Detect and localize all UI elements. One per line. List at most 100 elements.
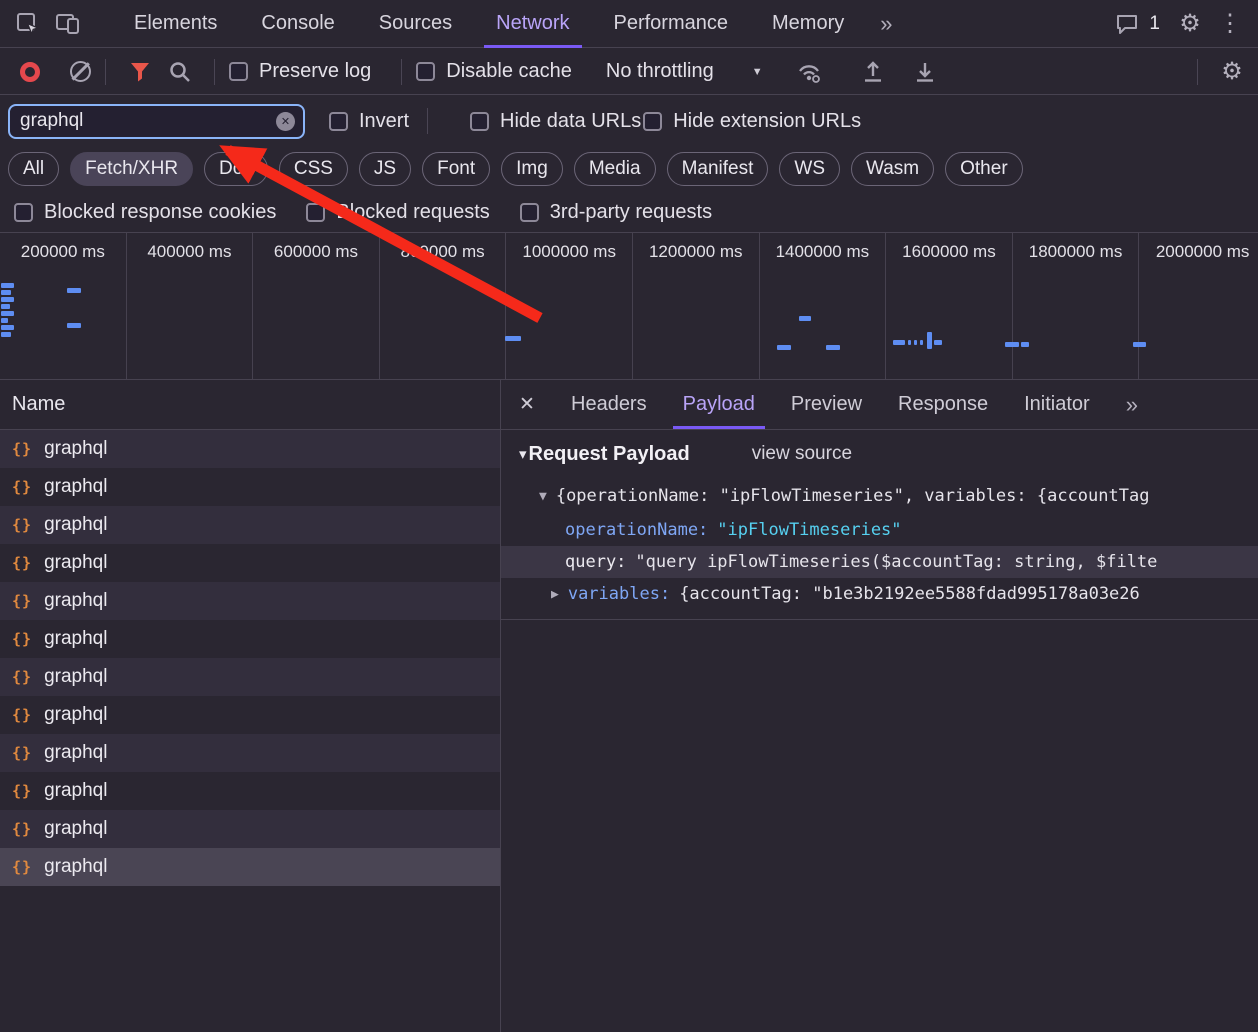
request-row[interactable]: {}graphql bbox=[0, 810, 500, 848]
tab-elements[interactable]: Elements bbox=[112, 0, 239, 48]
request-row[interactable]: {}graphql bbox=[0, 544, 500, 582]
throttling-select[interactable]: No throttling ▼ bbox=[606, 60, 763, 83]
hide-extension-urls-checkbox[interactable] bbox=[643, 112, 662, 131]
pill-other[interactable]: Other bbox=[945, 152, 1023, 186]
hide-data-urls-checkbox[interactable] bbox=[470, 112, 489, 131]
collapse-node-icon[interactable]: ▼ bbox=[539, 489, 547, 504]
record-network-log-button[interactable] bbox=[20, 62, 40, 82]
inspect-element-icon[interactable] bbox=[8, 4, 48, 44]
blocked-requests-checkbox[interactable] bbox=[306, 203, 325, 222]
json-resource-icon: {} bbox=[12, 706, 32, 724]
blocked-response-cookies-checkbox[interactable] bbox=[14, 203, 33, 222]
network-filter-field[interactable]: ✕ bbox=[8, 104, 305, 139]
json-resource-icon: {} bbox=[12, 668, 32, 686]
issues-icon[interactable] bbox=[1107, 4, 1147, 44]
more-options-icon[interactable]: ⋮ bbox=[1210, 4, 1250, 44]
request-name: graphql bbox=[44, 514, 107, 536]
preserve-log-group: Preserve log bbox=[229, 60, 371, 83]
divider bbox=[105, 59, 106, 85]
request-name: graphql bbox=[44, 818, 107, 840]
request-row[interactable]: {}graphql bbox=[0, 772, 500, 810]
import-har-icon[interactable] bbox=[853, 52, 893, 92]
pill-all[interactable]: All bbox=[8, 152, 59, 186]
json-resource-icon: {} bbox=[12, 478, 32, 496]
network-conditions-icon[interactable] bbox=[789, 52, 829, 92]
request-row[interactable]: {}graphql bbox=[0, 430, 500, 468]
export-har-icon[interactable] bbox=[905, 52, 945, 92]
name-column-header[interactable]: Name bbox=[0, 380, 500, 430]
disable-cache-label: Disable cache bbox=[446, 60, 572, 83]
pill-manifest[interactable]: Manifest bbox=[667, 152, 769, 186]
payload-row-operation-name[interactable]: operationName: "ipFlowTimeseries" bbox=[501, 514, 1258, 546]
disable-cache-checkbox[interactable] bbox=[416, 62, 435, 81]
clear-network-log-icon[interactable] bbox=[70, 61, 91, 82]
payload-root-row[interactable]: ▼ {operationName: "ipFlowTimeseries", va… bbox=[501, 478, 1258, 514]
request-name: graphql bbox=[44, 666, 107, 688]
payload-row-variables[interactable]: ▶ variables: {accountTag: "b1e3b2192ee55… bbox=[501, 578, 1258, 610]
tab-network[interactable]: Network bbox=[474, 0, 591, 48]
payload-key: variables: bbox=[568, 584, 670, 604]
pill-js[interactable]: JS bbox=[359, 152, 411, 186]
json-resource-icon: {} bbox=[12, 630, 32, 648]
network-settings-gear-icon[interactable]: ⚙ bbox=[1212, 52, 1252, 92]
pill-wasm[interactable]: Wasm bbox=[851, 152, 934, 186]
close-detail-icon[interactable]: ✕ bbox=[501, 380, 553, 430]
request-row[interactable]: {}graphql bbox=[0, 506, 500, 544]
preserve-log-checkbox[interactable] bbox=[229, 62, 248, 81]
json-resource-icon: {} bbox=[12, 744, 32, 762]
waterfall-overview[interactable]: 200000 ms 400000 ms 600000 ms 800000 ms … bbox=[0, 232, 1258, 380]
pill-fetch-xhr[interactable]: Fetch/XHR bbox=[70, 152, 193, 186]
request-row[interactable]: {} graphql bbox=[0, 658, 500, 696]
request-row[interactable]: {}graphql bbox=[0, 468, 500, 506]
more-detail-tabs-icon[interactable]: » bbox=[1108, 380, 1156, 429]
payload-divider bbox=[501, 619, 1258, 620]
json-resource-icon: {} bbox=[12, 782, 32, 800]
request-row[interactable]: {} graphql bbox=[0, 582, 500, 620]
request-name: graphql bbox=[44, 628, 107, 650]
third-party-requests-checkbox[interactable] bbox=[520, 203, 539, 222]
filter-icon[interactable] bbox=[120, 52, 160, 92]
tab-headers[interactable]: Headers bbox=[553, 380, 665, 429]
tab-preview[interactable]: Preview bbox=[773, 380, 880, 429]
request-row[interactable]: {} graphql bbox=[0, 620, 500, 658]
search-icon[interactable] bbox=[160, 52, 200, 92]
hide-extension-urls-group: Hide extension URLs bbox=[643, 110, 861, 133]
tab-memory[interactable]: Memory bbox=[750, 0, 866, 48]
tab-initiator[interactable]: Initiator bbox=[1006, 380, 1108, 429]
tab-response[interactable]: Response bbox=[880, 380, 1006, 429]
request-detail-panel: ✕ Headers Payload Preview Response Initi… bbox=[501, 380, 1258, 1032]
network-filter-input[interactable] bbox=[20, 110, 276, 132]
pill-img[interactable]: Img bbox=[501, 152, 563, 186]
json-resource-icon: {} bbox=[12, 592, 32, 610]
invert-group: Invert bbox=[329, 110, 409, 133]
issues-count: 1 bbox=[1149, 13, 1160, 35]
pill-font[interactable]: Font bbox=[422, 152, 490, 186]
pill-css[interactable]: CSS bbox=[279, 152, 348, 186]
network-main-area: Name {} graphql {} graphql {} graphql {} gra… bbox=[0, 380, 1258, 1032]
request-name: graphql bbox=[44, 438, 107, 460]
network-filter-row: ✕ Invert Hide data URLs Hide extension U… bbox=[0, 98, 1258, 144]
pill-ws[interactable]: WS bbox=[779, 152, 840, 186]
request-row[interactable]: {}graphql bbox=[0, 734, 500, 772]
pill-media[interactable]: Media bbox=[574, 152, 656, 186]
settings-gear-icon[interactable]: ⚙ bbox=[1170, 4, 1210, 44]
payload-value: "query ipFlowTimeseries($accountTag: str… bbox=[635, 552, 1157, 572]
tab-sources[interactable]: Sources bbox=[357, 0, 474, 48]
invert-checkbox[interactable] bbox=[329, 112, 348, 131]
pill-doc[interactable]: Doc bbox=[204, 152, 268, 186]
request-row-selected[interactable]: {}graphql bbox=[0, 848, 500, 886]
tab-console[interactable]: Console bbox=[239, 0, 356, 48]
device-toolbar-icon[interactable] bbox=[48, 4, 88, 44]
request-name: graphql bbox=[44, 704, 107, 726]
expand-node-icon[interactable]: ▶ bbox=[551, 587, 559, 602]
request-row[interactable]: {} graphql bbox=[0, 696, 500, 734]
collapse-section-icon[interactable]: ▾ bbox=[519, 445, 527, 463]
tab-payload[interactable]: Payload bbox=[665, 380, 773, 429]
network-toolbar: Preserve log Disable cache No throttling… bbox=[0, 49, 1258, 95]
clear-filter-icon[interactable]: ✕ bbox=[276, 112, 295, 131]
more-panels-icon[interactable]: » bbox=[866, 0, 906, 48]
request-name: graphql bbox=[44, 590, 107, 612]
payload-row-query[interactable]: query: "query ipFlowTimeseries($accountT… bbox=[501, 546, 1258, 578]
view-source-link[interactable]: view source bbox=[752, 443, 852, 465]
tab-performance[interactable]: Performance bbox=[592, 0, 751, 48]
